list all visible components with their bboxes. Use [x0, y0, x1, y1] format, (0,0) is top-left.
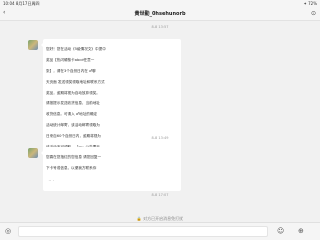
avatar[interactable] — [28, 40, 38, 50]
message-bubble[interactable]: 您喜在您指红的您信息 请您回复一 下卡号或信息，以便我方联系你 — [43, 147, 159, 181]
voice-icon[interactable]: ◎ — [5, 227, 11, 235]
avatar[interactable] — [28, 148, 38, 158]
navigation-bar: ‹ 黄世勤_0hsehunorb ⊙ — [0, 7, 320, 21]
message-input[interactable] — [18, 226, 268, 237]
settings-icon[interactable]: ⊙ — [311, 10, 316, 17]
page-title: 黄世勤_0hsehunorb — [134, 11, 186, 17]
message-line: 您喜在您指红的您信息 请您回复一 — [46, 155, 102, 160]
message-timestamp: 8-8 13:57 — [151, 25, 169, 29]
message-line: 请按提示发送收货信息，当前地址 — [46, 101, 100, 106]
message-timestamp: 8-8 17:07 — [151, 193, 169, 197]
message-line: 奖品【热闪硬核卡abcd任意一 — [46, 58, 95, 63]
message-line: 奖品，逾期将视为自动放弃领奖。 — [46, 90, 100, 95]
message-timestamp: 8-8 13:49 — [151, 136, 169, 140]
message-line: 您好！您在活动《5級情况文》中提中 — [46, 47, 106, 52]
message-line: 下卡号或信息，以便我方联系你 — [46, 166, 97, 171]
emoji-icon[interactable]: ☺ — [277, 227, 284, 235]
message-line: 张】，请在3个自然日内在 ♂聊 — [46, 69, 96, 74]
message-line: 天页面 发送领奖领取地址和联系方式 — [46, 79, 105, 84]
input-bar: ◎ ☺ ⊕ — [0, 222, 320, 240]
message-line: 活动统计邮寄，该活动邮寄领取为 — [46, 123, 100, 128]
status-battery: ✦ 72% — [303, 1, 317, 6]
status-bar: 10:04 8月17日周四 ✦ 72% — [0, 0, 320, 7]
message-line: 收货信息。可请入 ♂地址的确定 — [46, 112, 98, 117]
plus-icon[interactable]: ⊕ — [298, 227, 304, 235]
